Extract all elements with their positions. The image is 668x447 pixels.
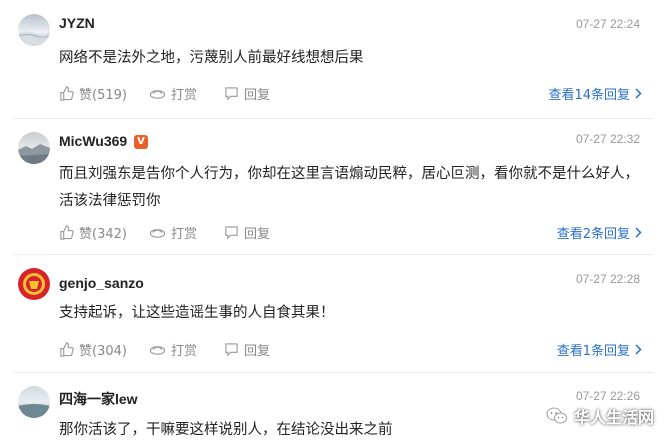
view-replies-label: 查看1条回复 [556, 344, 630, 359]
tip-button[interactable]: 打赏 [149, 223, 197, 242]
chevron-right-icon [635, 344, 642, 355]
thumbs-up-icon [60, 342, 74, 357]
comment-time: 07-27 22:24 [575, 17, 640, 31]
like-count: 赞(342) [79, 227, 127, 242]
chevron-right-icon [635, 227, 642, 238]
tip-button[interactable]: 打赏 [149, 340, 197, 359]
divider [14, 254, 654, 255]
tip-label: 打赏 [171, 88, 198, 103]
reply-label: 回复 [244, 227, 271, 242]
watermark: 华人生活网 [546, 404, 654, 428]
tip-label: 打赏 [171, 227, 198, 242]
view-replies-link[interactable]: 查看2条回复 [557, 223, 642, 242]
username[interactable]: JYZN [59, 15, 95, 31]
username[interactable]: genjo_sanzo [59, 275, 144, 291]
comment-text: 而且刘强东是告你个人行为，你却在这里言语煽动民粹，居心叵测，看你就不是什么好人，… [59, 166, 639, 209]
avatar[interactable] [18, 268, 50, 300]
like-count: 赞(304) [79, 344, 127, 359]
avatar[interactable] [18, 14, 50, 46]
comment-icon [225, 343, 238, 357]
avatar[interactable] [18, 386, 50, 418]
divider [14, 372, 654, 373]
comment-time: 07-27 22:28 [575, 272, 640, 286]
chevron-right-icon [635, 88, 642, 99]
tip-button[interactable]: 打赏 [149, 84, 197, 103]
verified-badge: V [134, 135, 148, 149]
divider [14, 118, 654, 119]
comment-text: 网络不是法外之地，污蔑别人前最好线想想后果 [59, 50, 364, 66]
comment-icon [225, 87, 238, 101]
username[interactable]: MicWu369 [59, 133, 127, 149]
view-replies-link[interactable]: 查看14条回复 [548, 84, 642, 103]
reply-button[interactable]: 回复 [224, 223, 270, 242]
avatar[interactable] [18, 132, 50, 164]
tip-icon [149, 229, 166, 238]
watermark-text: 华人生活网 [573, 408, 654, 427]
reply-button[interactable]: 回复 [224, 84, 270, 103]
tip-icon [149, 90, 166, 99]
comment-text: 支持起诉，让这些造谣生事的人自食其果！ [59, 305, 335, 321]
view-replies-link[interactable]: 查看1条回复 [557, 340, 642, 359]
like-button[interactable]: 赞(519) [59, 84, 127, 103]
reply-label: 回复 [244, 344, 271, 359]
thumbs-up-icon [60, 225, 74, 240]
like-button[interactable]: 赞(342) [59, 223, 127, 242]
reply-label: 回复 [244, 88, 271, 103]
wechat-icon [546, 407, 567, 424]
tip-icon [149, 346, 166, 355]
reply-button[interactable]: 回复 [224, 340, 270, 359]
comment-time: 07-27 22:32 [575, 132, 640, 146]
like-button[interactable]: 赞(304) [59, 340, 127, 359]
thumbs-up-icon [60, 86, 74, 101]
view-replies-label: 查看2条回复 [556, 227, 630, 242]
tip-label: 打赏 [171, 344, 198, 359]
comment-icon [225, 226, 238, 240]
comment-time: 07-27 22:26 [575, 389, 640, 403]
view-replies-label: 查看14条回复 [548, 88, 630, 103]
username[interactable]: 四海一家lew [59, 389, 138, 409]
like-count: 赞(519) [79, 88, 127, 103]
